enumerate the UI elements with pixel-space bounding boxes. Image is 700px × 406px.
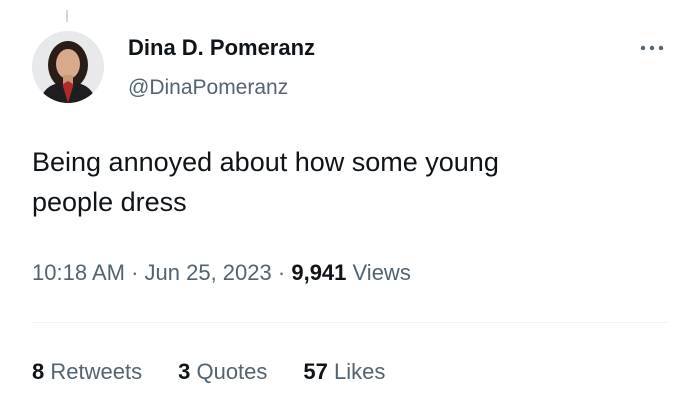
meta-separator: ·: [131, 260, 139, 285]
likes-count: 57: [303, 359, 328, 384]
views-label: Views: [352, 260, 411, 285]
engagement-stats: 8 Retweets 3 Quotes 57 Likes: [32, 357, 421, 387]
tweet-metadata: 10:18 AM · Jun 25, 2023 · 9,941 Views: [32, 258, 411, 288]
likes-label: Likes: [334, 359, 386, 384]
likes-stat[interactable]: 57 Likes: [303, 357, 385, 387]
retweets-stat[interactable]: 8 Retweets: [32, 357, 142, 387]
tweet-date[interactable]: Jun 25, 2023: [145, 260, 272, 285]
more-horizontal-icon: [640, 45, 664, 51]
tweet-text: Being annoyed about how some young peopl…: [32, 147, 499, 217]
more-options-button[interactable]: [632, 36, 672, 60]
retweets-count: 8: [32, 359, 45, 384]
author-display-name[interactable]: Dina D. Pomeranz: [128, 34, 315, 62]
divider: [32, 322, 668, 323]
retweets-label: Retweets: [50, 359, 143, 384]
quotes-label: Quotes: [196, 359, 268, 384]
avatar[interactable]: [32, 31, 104, 103]
tweet-time[interactable]: 10:18 AM: [32, 260, 125, 285]
avatar-photo: [32, 31, 104, 103]
meta-separator: ·: [277, 260, 286, 285]
author-handle[interactable]: @DinaPomeranz: [128, 74, 288, 102]
thread-connector-line: [66, 10, 68, 22]
views-count: 9,941: [291, 260, 347, 285]
quotes-count: 3: [178, 359, 191, 384]
quotes-stat[interactable]: 3 Quotes: [178, 357, 267, 387]
